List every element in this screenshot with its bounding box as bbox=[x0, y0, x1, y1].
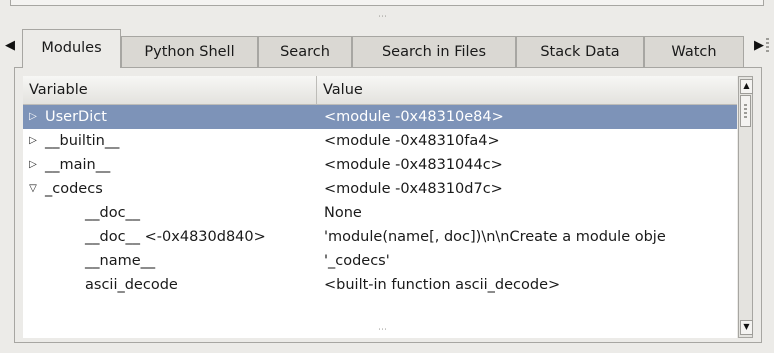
dock-grip-icon[interactable] bbox=[766, 38, 769, 54]
variable-name: __doc__ <-0x4830d840> bbox=[85, 229, 266, 245]
table-row[interactable]: ▷ UserDict <module -0x48310e84> bbox=[23, 105, 737, 129]
variable-value: <module -0x4831044c> bbox=[324, 157, 503, 173]
tab-search-in-files[interactable]: Search in Files bbox=[352, 36, 516, 67]
variable-name: __doc__ bbox=[85, 205, 141, 221]
variable-value: <module -0x48310fa4> bbox=[324, 133, 500, 149]
splitter-grip-icon[interactable]: ⋯ bbox=[378, 326, 388, 335]
modules-panel: Variable Value ▷ UserDict <module -0x483… bbox=[14, 67, 762, 343]
expand-triangle-icon[interactable]: ▷ bbox=[27, 105, 39, 129]
tab-scroll-left-icon[interactable]: ◀ bbox=[5, 38, 15, 53]
tab-scroll-right-icon[interactable]: ▶ bbox=[754, 38, 764, 53]
splitter-grip-icon[interactable]: ⋯ bbox=[378, 13, 388, 22]
table-row[interactable]: __doc__ None bbox=[23, 201, 737, 225]
variable-value: None bbox=[324, 205, 362, 221]
top-panel-frame bbox=[10, 0, 764, 6]
table-row[interactable]: ascii_decode <built-in function ascii_de… bbox=[23, 273, 737, 297]
variable-name: __name__ bbox=[85, 253, 156, 269]
table-row[interactable]: ▽ _codecs <module -0x48310d7c> bbox=[23, 177, 737, 201]
table-header: Variable Value bbox=[23, 76, 737, 105]
table-row[interactable]: ▷ __main__ <module -0x4831044c> bbox=[23, 153, 737, 177]
variable-name: ascii_decode bbox=[85, 277, 178, 293]
variable-name: __builtin__ bbox=[45, 133, 120, 149]
variable-name: __main__ bbox=[45, 157, 111, 173]
tab-python-shell[interactable]: Python Shell bbox=[121, 36, 258, 67]
expand-triangle-icon[interactable]: ▷ bbox=[27, 129, 39, 153]
tab-modules[interactable]: Modules bbox=[22, 29, 121, 68]
variable-value: <built-in function ascii_decode> bbox=[324, 277, 561, 293]
tab-stack-data[interactable]: Stack Data bbox=[516, 36, 644, 67]
collapse-triangle-icon[interactable]: ▽ bbox=[27, 177, 39, 201]
expand-triangle-icon[interactable]: ▷ bbox=[27, 153, 39, 177]
variables-table: Variable Value ▷ UserDict <module -0x483… bbox=[23, 76, 737, 338]
table-row[interactable]: ▷ __builtin__ <module -0x48310fa4> bbox=[23, 129, 737, 153]
variable-value: '_codecs' bbox=[324, 253, 390, 269]
scrollbar-thumb[interactable] bbox=[740, 95, 751, 127]
variable-value: <module -0x48310e84> bbox=[324, 109, 504, 125]
variable-value: 'module(name[, doc])\n\nCreate a module … bbox=[324, 229, 666, 245]
arrow-down-icon[interactable]: ▼ bbox=[740, 320, 753, 335]
arrow-up-icon[interactable]: ▲ bbox=[740, 79, 753, 94]
tab-watch[interactable]: Watch bbox=[644, 36, 744, 67]
top-panel-edge: ⋯ bbox=[0, 0, 774, 22]
table-row[interactable]: __name__ '_codecs' bbox=[23, 249, 737, 273]
tab-search[interactable]: Search bbox=[258, 36, 352, 67]
variable-name: _codecs bbox=[45, 181, 103, 197]
column-header-variable[interactable]: Variable bbox=[23, 76, 317, 104]
variable-name: UserDict bbox=[45, 109, 107, 125]
variable-value: <module -0x48310d7c> bbox=[324, 181, 503, 197]
column-header-value[interactable]: Value bbox=[317, 76, 737, 104]
vertical-scrollbar[interactable]: ▲ ▼ bbox=[738, 76, 753, 338]
table-row[interactable]: __doc__ <-0x4830d840> 'module(name[, doc… bbox=[23, 225, 737, 249]
